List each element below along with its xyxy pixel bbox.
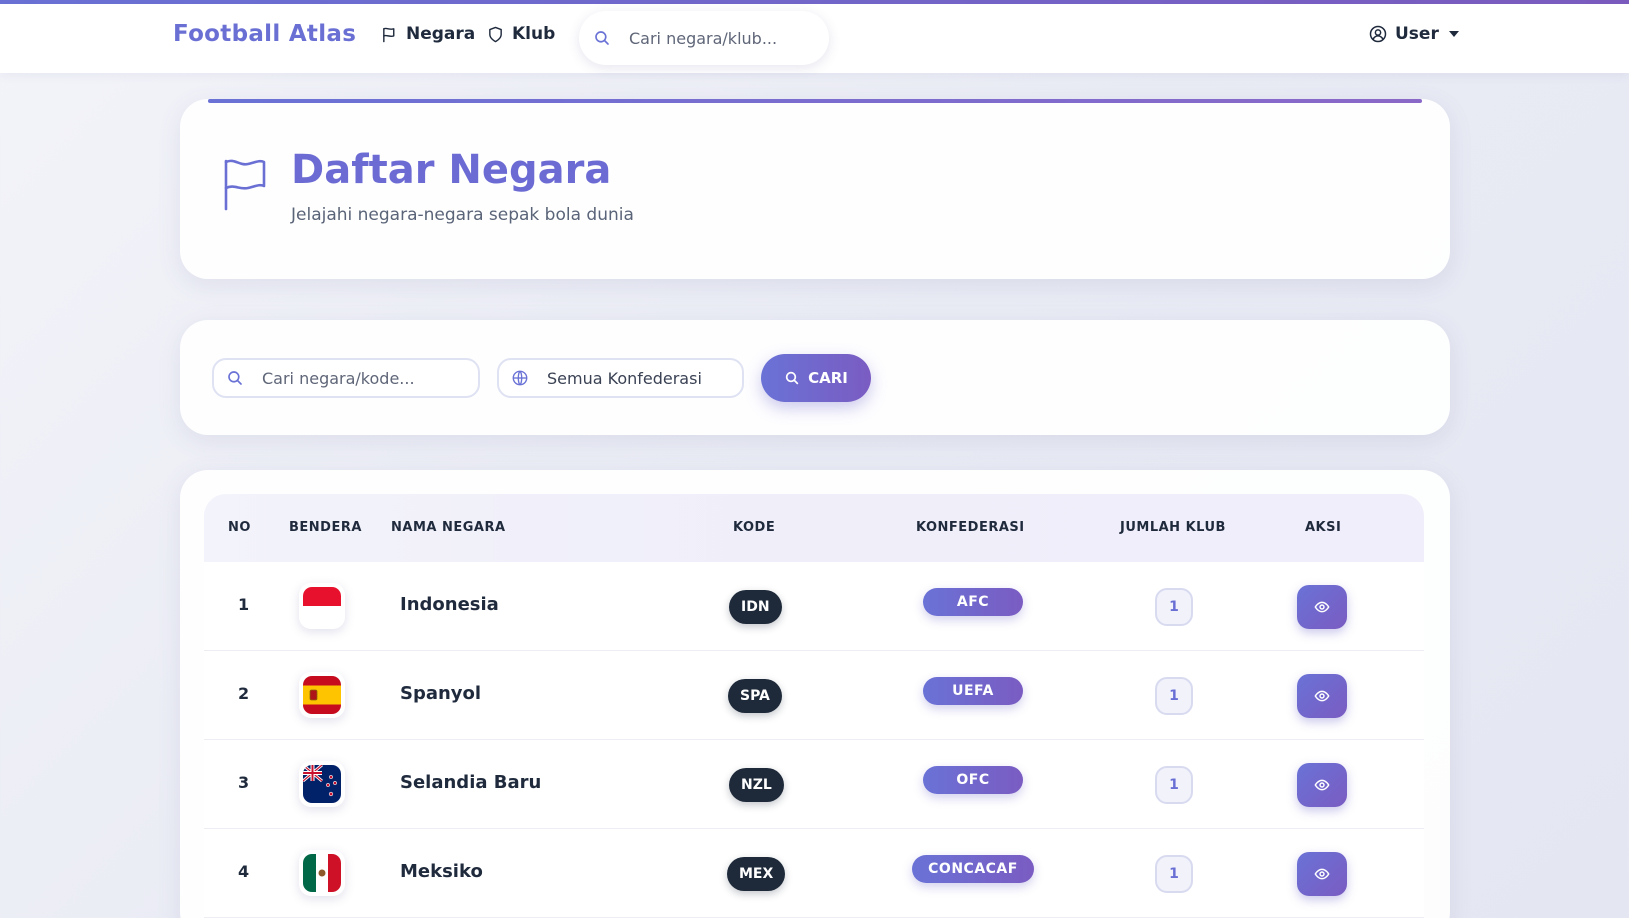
column-header-aksi: AKSI	[1305, 520, 1342, 535]
row-number: 1	[238, 595, 250, 614]
country-name[interactable]: Indonesia	[400, 594, 499, 615]
column-header-kode: KODE	[733, 520, 776, 535]
flag-icon	[224, 159, 266, 211]
view-button[interactable]	[1297, 852, 1347, 896]
chevron-down-icon	[1448, 31, 1459, 37]
club-count-badge: 1	[1155, 766, 1193, 804]
nav-link-label: Negara	[406, 24, 476, 44]
confederation-badge: OFC	[923, 766, 1023, 794]
row-number: 2	[238, 684, 250, 703]
search-button-label: CARI	[808, 369, 848, 387]
eye-icon	[1314, 779, 1330, 791]
view-button[interactable]	[1297, 763, 1347, 807]
country-code-badge: MEX	[727, 857, 786, 891]
eye-icon	[1314, 601, 1330, 613]
user-circle-icon	[1369, 25, 1387, 43]
flag-mexico-icon	[299, 850, 345, 896]
confederation-select[interactable]: Semua Konfederasi	[497, 358, 744, 398]
search-icon	[595, 31, 609, 45]
view-button[interactable]	[1297, 585, 1347, 629]
nav-link-label: Klub	[512, 24, 556, 44]
search-icon	[228, 371, 242, 385]
country-search-input[interactable]	[262, 368, 462, 388]
brand-logo[interactable]: Football Atlas	[173, 21, 356, 47]
shield-icon	[489, 26, 502, 42]
header-accent	[208, 99, 1422, 103]
table-header: NO BENDERA NAMA NEGARA KODE KONFEDERASI …	[204, 494, 1424, 562]
search-button[interactable]: CARI	[761, 354, 871, 402]
country-code-badge: NZL	[729, 768, 784, 802]
country-search-field[interactable]	[212, 358, 480, 398]
table-row: 2 Spanyol SPA UEFA 1	[204, 651, 1424, 740]
table-row: 3 Selandia Baru NZL OFC 1	[204, 740, 1424, 829]
column-header-nama-negara: NAMA NEGARA	[391, 520, 506, 535]
club-count-badge: 1	[1155, 855, 1193, 893]
search-icon	[785, 371, 799, 385]
club-count-badge: 1	[1155, 677, 1193, 715]
flag-spain-icon	[299, 672, 345, 718]
column-header-bendera: BENDERA	[289, 520, 362, 535]
country-name[interactable]: Selandia Baru	[400, 772, 541, 793]
column-header-jumlah-klub: JUMLAH KLUB	[1120, 520, 1226, 535]
navbar-search[interactable]	[579, 11, 829, 65]
confederation-select-value: Semua Konfederasi	[547, 368, 702, 388]
page-title: Daftar Negara	[291, 147, 612, 193]
globe-icon	[512, 370, 528, 386]
column-header-no: NO	[228, 520, 251, 535]
user-menu[interactable]: User	[1369, 24, 1459, 44]
row-number: 4	[238, 862, 250, 881]
eye-icon	[1314, 690, 1330, 702]
nav-link-klub[interactable]: Klub	[487, 24, 555, 44]
view-button[interactable]	[1297, 674, 1347, 718]
countries-table-card: NO BENDERA NAMA NEGARA KODE KONFEDERASI …	[180, 470, 1450, 918]
country-name[interactable]: Meksiko	[400, 861, 483, 882]
flag-new-zealand-icon	[299, 761, 345, 807]
country-code-badge: IDN	[729, 590, 782, 624]
navbar: Football Atlas Negara Klub User	[0, 4, 1629, 73]
confederation-badge: AFC	[923, 588, 1023, 616]
page-subtitle: Jelajahi negara-negara sepak bola dunia	[291, 205, 634, 225]
country-name[interactable]: Spanyol	[400, 683, 481, 704]
flag-icon	[383, 27, 395, 42]
table-row: 4 Meksiko MEX CONCACAF 1	[204, 829, 1424, 918]
confederation-badge: CONCACAF	[912, 855, 1034, 883]
page-header-card: Daftar Negara Jelajahi negara-negara sep…	[180, 99, 1450, 279]
nav-link-negara[interactable]: Negara	[381, 24, 475, 44]
navbar-search-input[interactable]	[629, 28, 809, 48]
user-menu-label: User	[1395, 24, 1439, 44]
column-header-konfederasi: KONFEDERASI	[916, 520, 1025, 535]
country-code-badge: SPA	[728, 679, 782, 713]
row-number: 3	[238, 773, 250, 792]
flag-indonesia-icon	[299, 583, 345, 629]
table-row: 1 Indonesia IDN AFC 1	[204, 562, 1424, 651]
confederation-badge: UEFA	[923, 677, 1023, 705]
filter-card: Semua Konfederasi CARI	[180, 320, 1450, 435]
club-count-badge: 1	[1155, 588, 1193, 626]
eye-icon	[1314, 868, 1330, 880]
